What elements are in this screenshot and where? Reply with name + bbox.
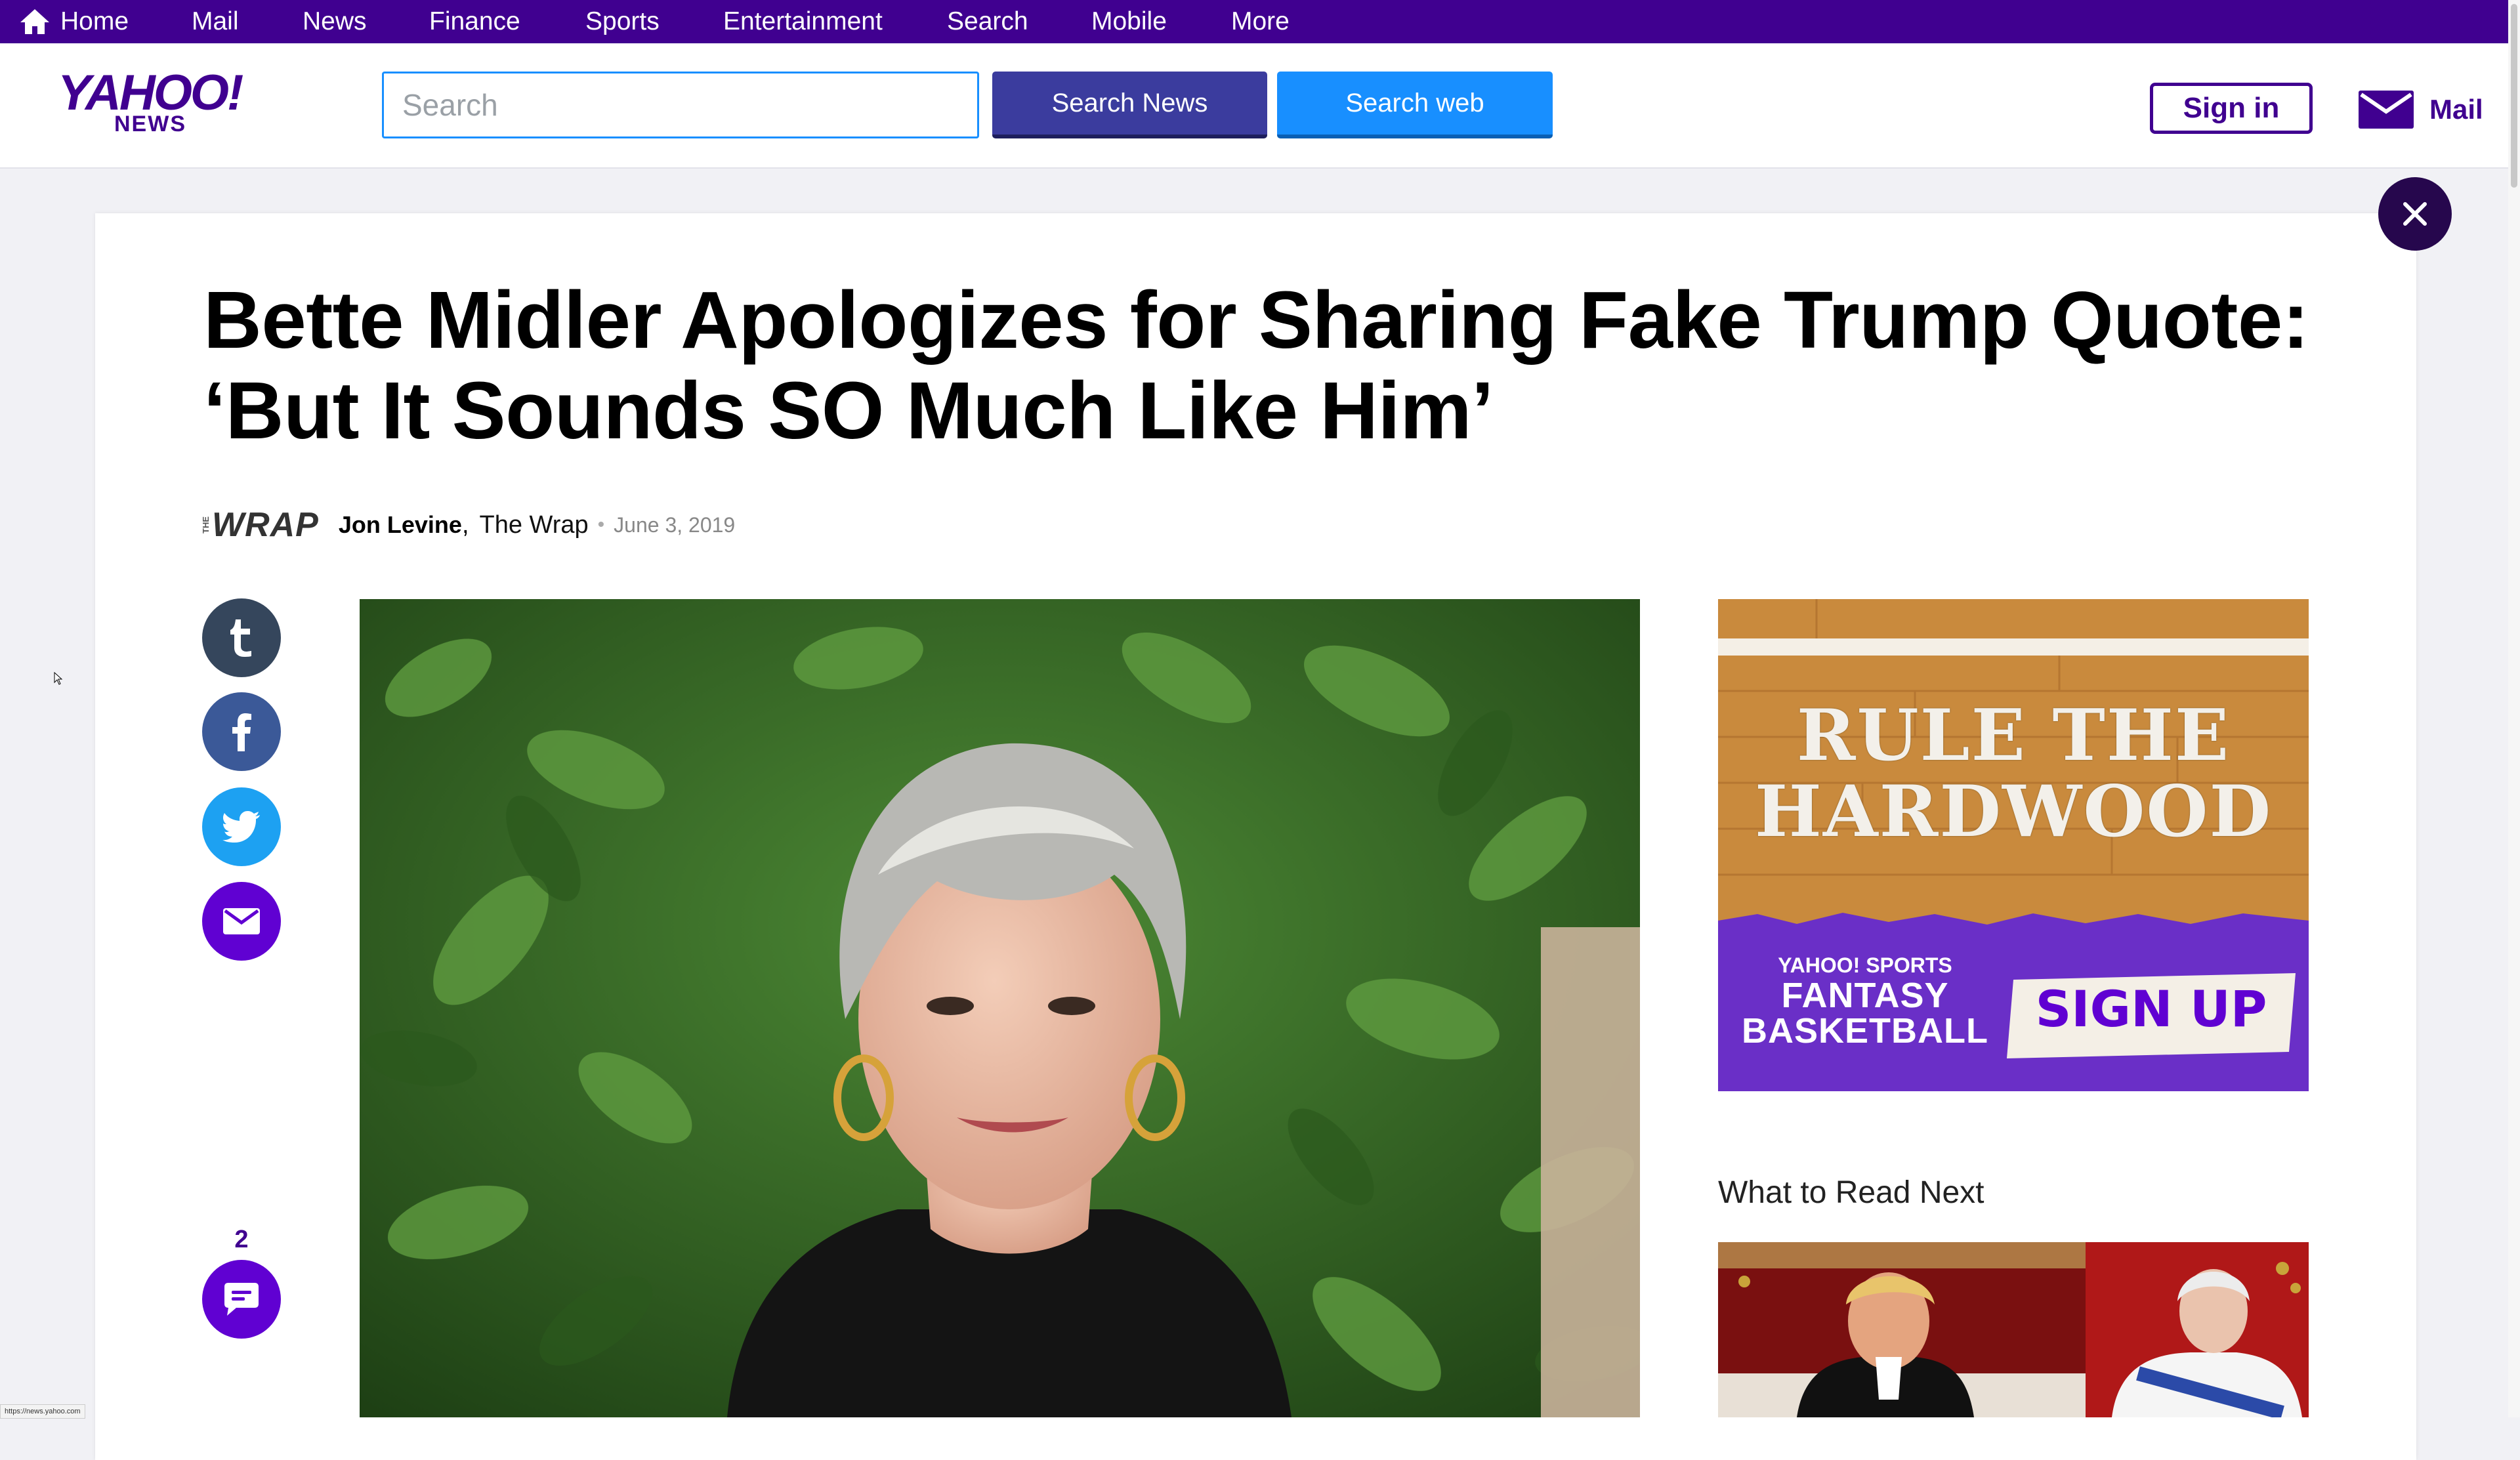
tumblr-icon bbox=[230, 619, 251, 657]
publish-date: June 3, 2019 bbox=[614, 512, 736, 537]
yahoo-news-logo[interactable]: YAHOO! NEWS bbox=[58, 65, 243, 140]
nav-search[interactable]: Search bbox=[947, 0, 1028, 43]
read-next-thumbnail-image bbox=[1718, 1242, 2309, 1417]
comment-icon bbox=[224, 1283, 259, 1316]
close-icon bbox=[2403, 202, 2427, 226]
article-headline: Bette Midler Apologizes for Sharing Fake… bbox=[203, 276, 2309, 456]
nav-news[interactable]: News bbox=[303, 0, 367, 43]
cursor-icon bbox=[54, 672, 63, 685]
provider-logo[interactable]: THE WRAP bbox=[201, 505, 319, 545]
ad-headline-line1: RULE THE bbox=[1796, 694, 2231, 777]
read-next-thumbnail[interactable] bbox=[1718, 1242, 2309, 1417]
nav-home[interactable]: Home bbox=[60, 0, 129, 43]
ad-brand-yahoo-sports: YAHOO! SPORTS bbox=[1778, 953, 1952, 977]
home-icon[interactable] bbox=[19, 8, 51, 35]
share-twitter-button[interactable] bbox=[202, 787, 281, 866]
ad-brand-basketball: BASKETBALL bbox=[1742, 1011, 1988, 1051]
nav-mobile[interactable]: Mobile bbox=[1091, 0, 1167, 43]
nav-finance[interactable]: Finance bbox=[429, 0, 520, 43]
article-hero-image[interactable] bbox=[360, 599, 1640, 1417]
scrollbar-thumb[interactable] bbox=[2511, 4, 2517, 188]
top-navigation-bar: Home Mail News Finance Sports Entertainm… bbox=[0, 0, 2520, 43]
email-icon bbox=[223, 908, 260, 934]
provider-logo-small: THE bbox=[201, 516, 211, 533]
mail-icon bbox=[2359, 91, 2414, 129]
twitter-icon bbox=[222, 811, 260, 843]
status-bar-url: https://news.yahoo.com bbox=[0, 1404, 85, 1419]
provider-name: The Wrap bbox=[479, 511, 589, 539]
nav-more[interactable]: More bbox=[1231, 0, 1290, 43]
search-input[interactable] bbox=[382, 72, 979, 138]
nav-sports[interactable]: Sports bbox=[585, 0, 660, 43]
ad-brand-fantasy: FANTASY bbox=[1781, 976, 1949, 1015]
share-email-button[interactable] bbox=[202, 882, 281, 961]
search-news-button[interactable]: Search News bbox=[992, 72, 1267, 138]
comment-count: 2 bbox=[234, 1226, 249, 1253]
ad-headline-line2: HARDWOOD bbox=[1754, 770, 2273, 853]
sign-in-button[interactable]: Sign in bbox=[2150, 83, 2313, 134]
comments-button[interactable] bbox=[202, 1260, 281, 1339]
share-facebook-button[interactable] bbox=[202, 692, 281, 771]
provider-logo-text: WRAP bbox=[212, 506, 319, 544]
mail-label: Mail bbox=[2429, 94, 2483, 125]
search-web-button[interactable]: Search web bbox=[1277, 72, 1553, 138]
ad-sign-up-button[interactable]: SIGN UP bbox=[2013, 972, 2289, 1045]
article-byline: THE WRAP Jon Levine , The Wrap • June 3,… bbox=[201, 505, 735, 545]
byline-dot: • bbox=[597, 514, 605, 535]
nav-mail[interactable]: Mail bbox=[192, 0, 239, 43]
logo-wordmark: YAHOO! bbox=[58, 65, 243, 121]
facebook-icon bbox=[232, 713, 251, 751]
what-to-read-next-title: What to Read Next bbox=[1718, 1175, 1984, 1210]
author-name[interactable]: Jon Levine bbox=[339, 511, 462, 539]
ad-brand: YAHOO! SPORTS FANTASY BASKETBALL bbox=[1740, 953, 1990, 1049]
logo-subtitle: NEWS bbox=[114, 112, 186, 136]
ad-headline: RULE THE HARDWOOD bbox=[1718, 698, 2309, 850]
page-scrollbar[interactable] bbox=[2508, 0, 2520, 1417]
share-tumblr-button[interactable] bbox=[202, 598, 281, 677]
close-article-button[interactable] bbox=[2378, 177, 2452, 251]
fantasy-basketball-ad[interactable]: RULE THE HARDWOOD YAHOO! SPORTS FANTASY … bbox=[1718, 599, 2309, 1091]
nav-entertainment[interactable]: Entertainment bbox=[723, 0, 883, 43]
byline-separator: , bbox=[461, 511, 469, 539]
mail-link[interactable]: Mail bbox=[2359, 87, 2483, 133]
hero-illustration bbox=[360, 599, 1640, 1417]
